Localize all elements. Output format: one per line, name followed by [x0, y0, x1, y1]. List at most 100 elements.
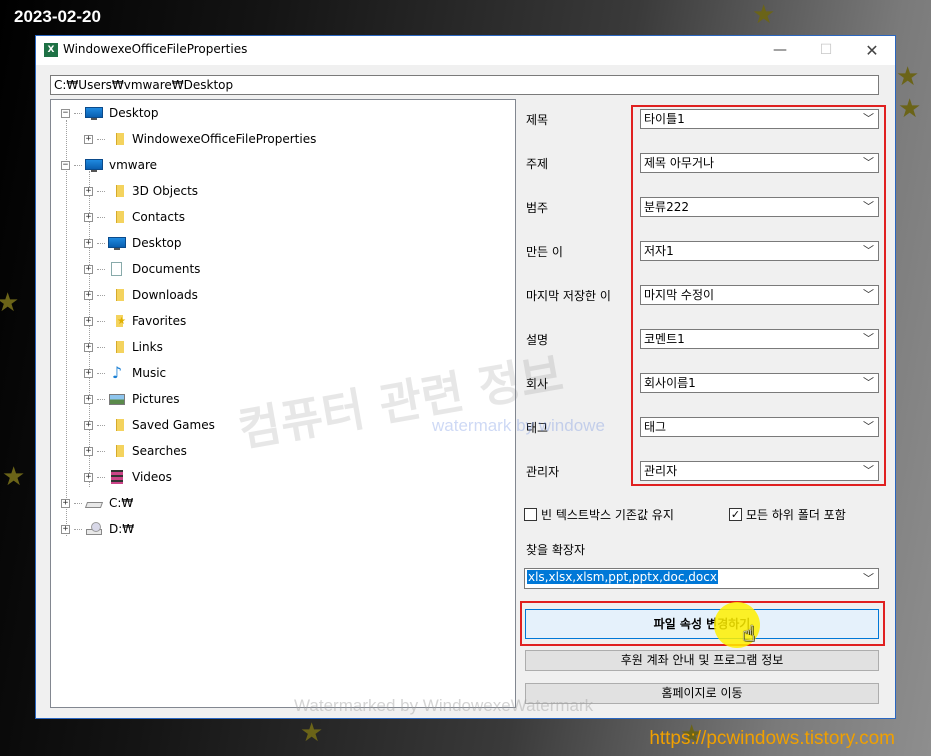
tree-node[interactable]: − vmware: [61, 155, 157, 175]
chevron-down-icon[interactable]: ﹀: [863, 330, 874, 348]
extensions-combo[interactable]: xls,xlsx,xlsm,ppt,pptx,doc,docx ﹀: [524, 568, 879, 589]
star-decoration-icon: ★: [898, 94, 922, 124]
tree-connector: [97, 294, 105, 296]
star-decoration-icon: ★: [0, 288, 20, 318]
collapse-icon[interactable]: −: [61, 108, 70, 118]
keep-blank-option[interactable]: 빈 텍스트박스 기존값 유지: [524, 506, 674, 523]
minimize-button[interactable]: —: [757, 36, 803, 65]
chevron-down-icon[interactable]: ﹀: [863, 242, 874, 260]
tree-node[interactable]: + Pictures: [84, 389, 180, 409]
folder-icon: [108, 132, 126, 146]
property-label: 마지막 저장한 이: [526, 289, 611, 303]
expand-icon[interactable]: +: [84, 446, 93, 456]
property-combo[interactable]: 제목 아무거나 ﹀: [640, 153, 879, 173]
apply-properties-button[interactable]: 파일 속성 변경하기: [525, 609, 879, 639]
expand-icon[interactable]: +: [84, 264, 93, 274]
expand-icon[interactable]: +: [84, 238, 93, 248]
expand-icon[interactable]: +: [84, 290, 93, 300]
tree-node[interactable]: + Searches: [84, 441, 187, 461]
expand-icon[interactable]: +: [84, 134, 93, 144]
tree-connector: [97, 476, 105, 478]
chevron-down-icon[interactable]: ﹀: [863, 198, 874, 216]
property-combo[interactable]: 저자1 ﹀: [640, 241, 879, 261]
property-label: 설명: [526, 333, 549, 347]
tree-connector: [74, 502, 82, 504]
folder-tree[interactable]: − Desktop + WindowexeOfficeFileProperties − v…: [50, 99, 516, 708]
tree-node[interactable]: + Videos: [84, 467, 172, 487]
include-subfolders-option[interactable]: ✓ 모든 하위 폴더 포함: [729, 506, 846, 523]
chevron-down-icon[interactable]: ﹀: [863, 374, 874, 392]
drive-icon: [85, 496, 103, 510]
expand-icon[interactable]: +: [84, 420, 93, 430]
monitor-icon: [108, 236, 126, 250]
tree-node-label: 3D Objects: [132, 184, 199, 198]
property-value: 저자1: [644, 244, 674, 258]
tree-node[interactable]: +3D Objects: [84, 181, 198, 201]
expand-icon[interactable]: +: [61, 498, 70, 508]
chevron-down-icon[interactable]: ﹀: [863, 462, 874, 480]
path-textbox[interactable]: C:₩Users₩vmware₩Desktop: [50, 75, 879, 95]
collapse-icon[interactable]: −: [61, 160, 70, 170]
property-value: 제목 아무거나: [644, 156, 715, 170]
homepage-button[interactable]: 홈페이지로 이동: [525, 683, 879, 704]
close-button[interactable]: ✕: [849, 36, 895, 65]
expand-icon[interactable]: +: [84, 212, 93, 222]
chevron-down-icon[interactable]: ﹀: [863, 110, 874, 128]
property-combo[interactable]: 태그 ﹀: [640, 417, 879, 437]
tree-node[interactable]: + C:₩: [61, 493, 133, 513]
folder-icon: [108, 418, 126, 432]
chevron-down-icon[interactable]: ﹀: [863, 418, 874, 436]
property-combo[interactable]: 회사이름1 ﹀: [640, 373, 879, 393]
tree-node-label: Pictures: [132, 392, 180, 406]
expand-icon[interactable]: +: [84, 472, 93, 482]
title-bar[interactable]: X WindowexeOfficeFileProperties — ☐ ✕: [36, 36, 895, 65]
pictures-icon: [108, 392, 126, 406]
property-combo[interactable]: 분류222 ﹀: [640, 197, 879, 217]
tree-node[interactable]: + Contacts: [84, 207, 185, 227]
dvd-icon: [85, 522, 103, 536]
tree-node[interactable]: − Desktop: [61, 103, 159, 123]
property-combo[interactable]: 코멘트1 ﹀: [640, 329, 879, 349]
chevron-down-icon[interactable]: ﹀: [863, 570, 874, 586]
tree-node-label: C:₩: [109, 496, 134, 510]
tree-node[interactable]: + Documents: [84, 259, 200, 279]
chevron-down-icon[interactable]: ﹀: [863, 286, 874, 304]
tree-connector: [97, 268, 105, 270]
property-value: 관리자: [644, 464, 678, 478]
tree-node[interactable]: + D:₩: [61, 519, 134, 539]
maximize-button[interactable]: ☐: [803, 36, 849, 65]
star-decoration-icon: ★: [300, 718, 324, 748]
tree-node[interactable]: + Favorites: [84, 311, 186, 331]
property-combo[interactable]: 관리자 ﹀: [640, 461, 879, 481]
tree-node[interactable]: + Saved Games: [84, 415, 215, 435]
property-label: 주제: [526, 157, 549, 171]
tree-node[interactable]: + Links: [84, 337, 163, 357]
video-icon: [108, 470, 126, 484]
donate-info-button[interactable]: 후원 계좌 안내 및 프로그램 정보: [525, 650, 879, 671]
include-subfolders-checkbox[interactable]: ✓: [729, 508, 742, 521]
tree-node[interactable]: + Downloads: [84, 285, 198, 305]
tree-connector: [74, 164, 82, 166]
expand-icon[interactable]: +: [84, 368, 93, 378]
tree-node[interactable]: + Desktop: [84, 233, 182, 253]
expand-icon[interactable]: +: [61, 524, 70, 534]
expand-icon[interactable]: +: [84, 316, 93, 326]
tree-connector: [97, 242, 105, 244]
tree-node[interactable]: + ♪ Music: [84, 363, 166, 383]
expand-icon[interactable]: +: [84, 394, 93, 404]
tree-node-label: Contacts: [132, 210, 185, 224]
property-combo[interactable]: 마지막 수정이 ﹀: [640, 285, 879, 305]
property-label: 만든 이: [526, 245, 563, 259]
site-url: https://pcwindows.tistory.com: [649, 728, 895, 749]
property-label: 태그: [526, 421, 549, 435]
keep-blank-checkbox[interactable]: [524, 508, 537, 521]
expand-icon[interactable]: +: [84, 186, 93, 196]
tree-connector: [97, 320, 105, 322]
tree-connector: [97, 190, 105, 192]
chevron-down-icon[interactable]: ﹀: [863, 154, 874, 172]
property-combo[interactable]: 타이틀1 ﹀: [640, 109, 879, 129]
tree-node[interactable]: + WindowexeOfficeFileProperties: [84, 129, 316, 149]
tree-node-label: Links: [132, 340, 163, 354]
window-title: WindowexeOfficeFileProperties: [63, 42, 248, 56]
expand-icon[interactable]: +: [84, 342, 93, 352]
